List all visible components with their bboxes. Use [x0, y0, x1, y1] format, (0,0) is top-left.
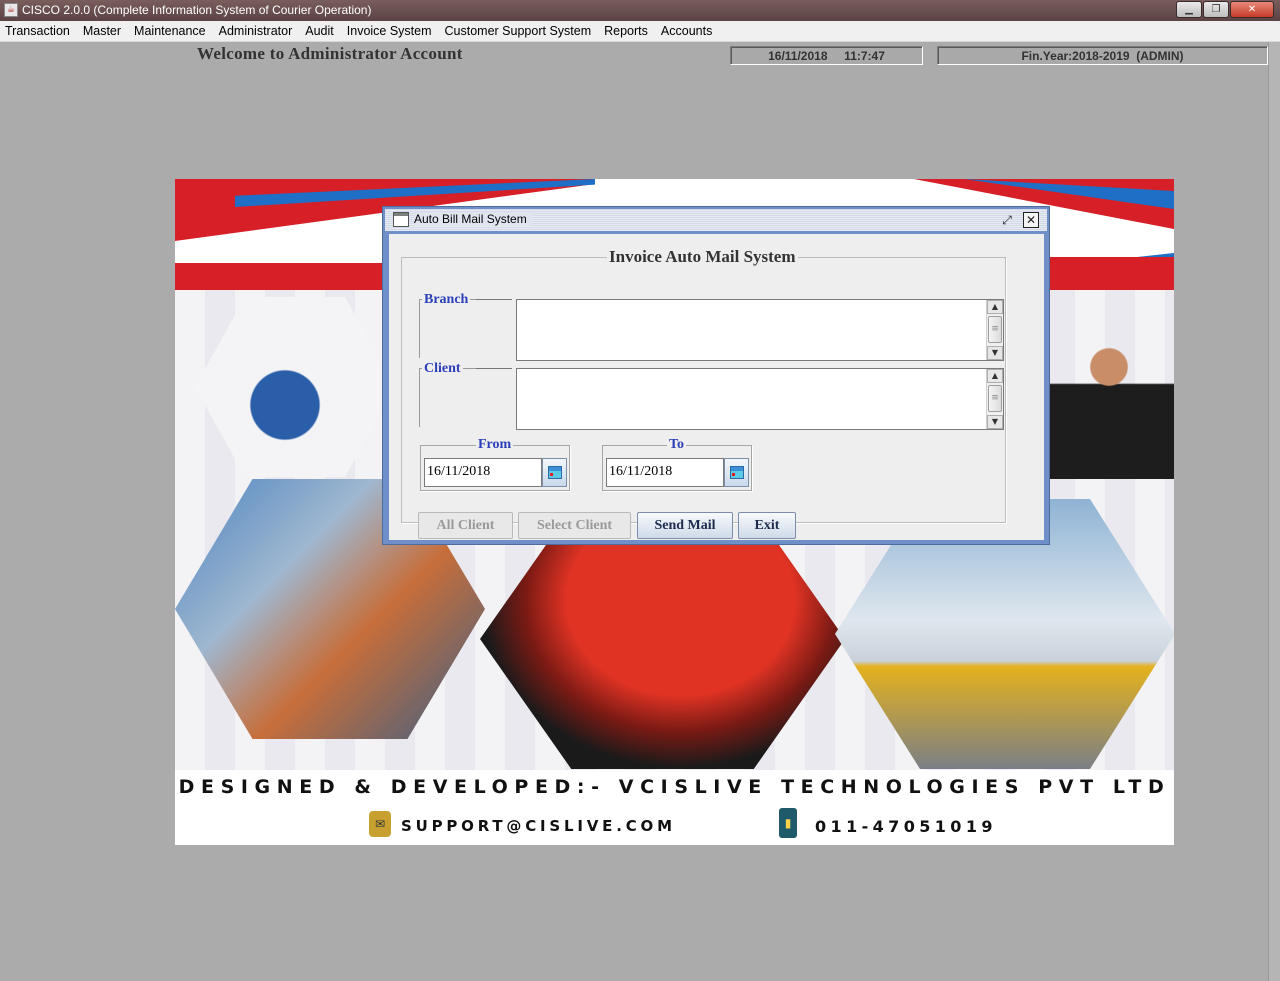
red-band-right: [1044, 257, 1174, 290]
dialog-title: Auto Bill Mail System: [414, 212, 533, 226]
branch-group: Branch: [419, 292, 512, 358]
welcome-heading: Welcome to Administrator Account: [197, 44, 463, 63]
invoice-mail-fieldset: Invoice Auto Mail System Branch ▲ ≡ ▼ Cl…: [401, 248, 1006, 539]
client-label: Client: [422, 361, 463, 376]
menu-reports[interactable]: Reports: [604, 24, 648, 38]
scroll-up-arrow-icon[interactable]: ▲: [987, 369, 1003, 383]
calendar-icon: [730, 466, 744, 479]
support-phone: 011-47051019: [815, 817, 997, 836]
window-icon: [393, 212, 409, 227]
to-date-field[interactable]: 16/11/2018: [606, 458, 724, 487]
menu-master[interactable]: Master: [83, 24, 121, 38]
red-band-left: [175, 263, 385, 290]
client-rule: [476, 368, 512, 369]
datetime-status: 16/11/2018 11:7:47: [730, 46, 923, 65]
maximize-button[interactable]: ❐: [1203, 1, 1229, 18]
menu-invoice-system[interactable]: Invoice System: [347, 24, 432, 38]
client-scrollbar[interactable]: ▲ ≡ ▼: [986, 369, 1003, 429]
from-calendar-button[interactable]: [542, 458, 567, 487]
menu-customer-support-system[interactable]: Customer Support System: [445, 24, 592, 38]
courier-worker-photo: [1044, 319, 1174, 479]
scroll-down-arrow-icon[interactable]: ▼: [987, 415, 1003, 429]
fin-year-status: Fin.Year:2018-2019 (ADMIN): [937, 46, 1268, 65]
menu-bar: Transaction Master Maintenance Administr…: [0, 21, 1280, 42]
from-date-field[interactable]: 16/11/2018: [424, 458, 542, 487]
window-titlebar: ☕ CISCO 2.0.0 (Complete Information Syst…: [0, 0, 1280, 21]
from-date-group: From 16/11/2018: [420, 437, 570, 491]
menu-administrator[interactable]: Administrator: [219, 24, 293, 38]
auto-bill-mail-dialog: Auto Bill Mail System ⤢ ✕ Invoice Auto M…: [382, 206, 1050, 545]
phone-icon: ▮: [779, 808, 797, 838]
mail-icon: ✉: [369, 811, 391, 837]
branch-list[interactable]: ▲ ≡ ▼: [516, 299, 1004, 361]
exit-button[interactable]: Exit: [738, 512, 796, 539]
window-controls: ▁ ❐ ✕: [1175, 1, 1274, 18]
to-label: To: [667, 437, 687, 452]
client-list[interactable]: ▲ ≡ ▼: [516, 368, 1004, 430]
support-email: SUPPORT@CISLIVE.COM: [401, 817, 676, 835]
minimize-button[interactable]: ▁: [1176, 1, 1202, 18]
scroll-thumb[interactable]: ≡: [988, 316, 1002, 343]
branch-label: Branch: [422, 292, 471, 307]
dialog-titlebar[interactable]: Auto Bill Mail System ⤢ ✕: [385, 209, 1047, 231]
all-client-button[interactable]: All Client: [418, 512, 513, 539]
select-client-button[interactable]: Select Client: [518, 512, 631, 539]
developer-credit: DESIGNED & DEVELOPED:- VCISLIVE TECHNOLO…: [178, 776, 1171, 798]
restore-icon[interactable]: ⤢: [999, 212, 1015, 228]
java-cup-icon: ☕: [4, 3, 18, 17]
from-label: From: [476, 437, 514, 452]
dialog-body: Invoice Auto Mail System Branch ▲ ≡ ▼ Cl…: [389, 234, 1044, 540]
branch-scrollbar[interactable]: ▲ ≡ ▼: [986, 300, 1003, 360]
scroll-thumb[interactable]: ≡: [988, 385, 1002, 412]
menu-accounts[interactable]: Accounts: [661, 24, 712, 38]
client-group: Client: [419, 361, 512, 427]
branch-rule: [476, 299, 512, 300]
to-date-group: To 16/11/2018: [602, 437, 752, 491]
scroll-up-arrow-icon[interactable]: ▲: [987, 300, 1003, 314]
desktop-right-edge: [1268, 42, 1280, 981]
menu-maintenance[interactable]: Maintenance: [134, 24, 206, 38]
menu-transaction[interactable]: Transaction: [5, 24, 70, 38]
to-calendar-button[interactable]: [724, 458, 749, 487]
scroll-down-arrow-icon[interactable]: ▼: [987, 346, 1003, 360]
menu-audit[interactable]: Audit: [305, 24, 334, 38]
send-mail-button[interactable]: Send Mail: [637, 512, 733, 539]
close-button[interactable]: ✕: [1230, 1, 1274, 18]
fieldset-heading: Invoice Auto Mail System: [607, 247, 798, 266]
calendar-icon: [548, 466, 562, 479]
dialog-close-icon[interactable]: ✕: [1023, 212, 1039, 228]
window-title: CISCO 2.0.0 (Complete Information System…: [22, 3, 372, 17]
